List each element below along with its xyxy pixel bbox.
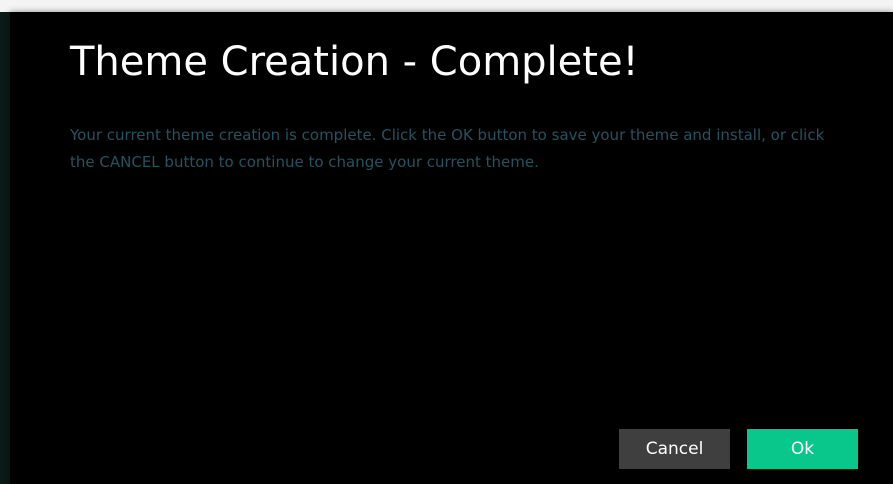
- theme-complete-dialog: Theme Creation - Complete! Your current …: [10, 12, 893, 484]
- cancel-button[interactable]: Cancel: [619, 429, 730, 469]
- dialog-title: Theme Creation - Complete!: [70, 39, 639, 85]
- background-window-edge: [0, 12, 10, 484]
- ok-button[interactable]: Ok: [747, 429, 858, 469]
- dialog-message: Your current theme creation is complete.…: [70, 126, 825, 171]
